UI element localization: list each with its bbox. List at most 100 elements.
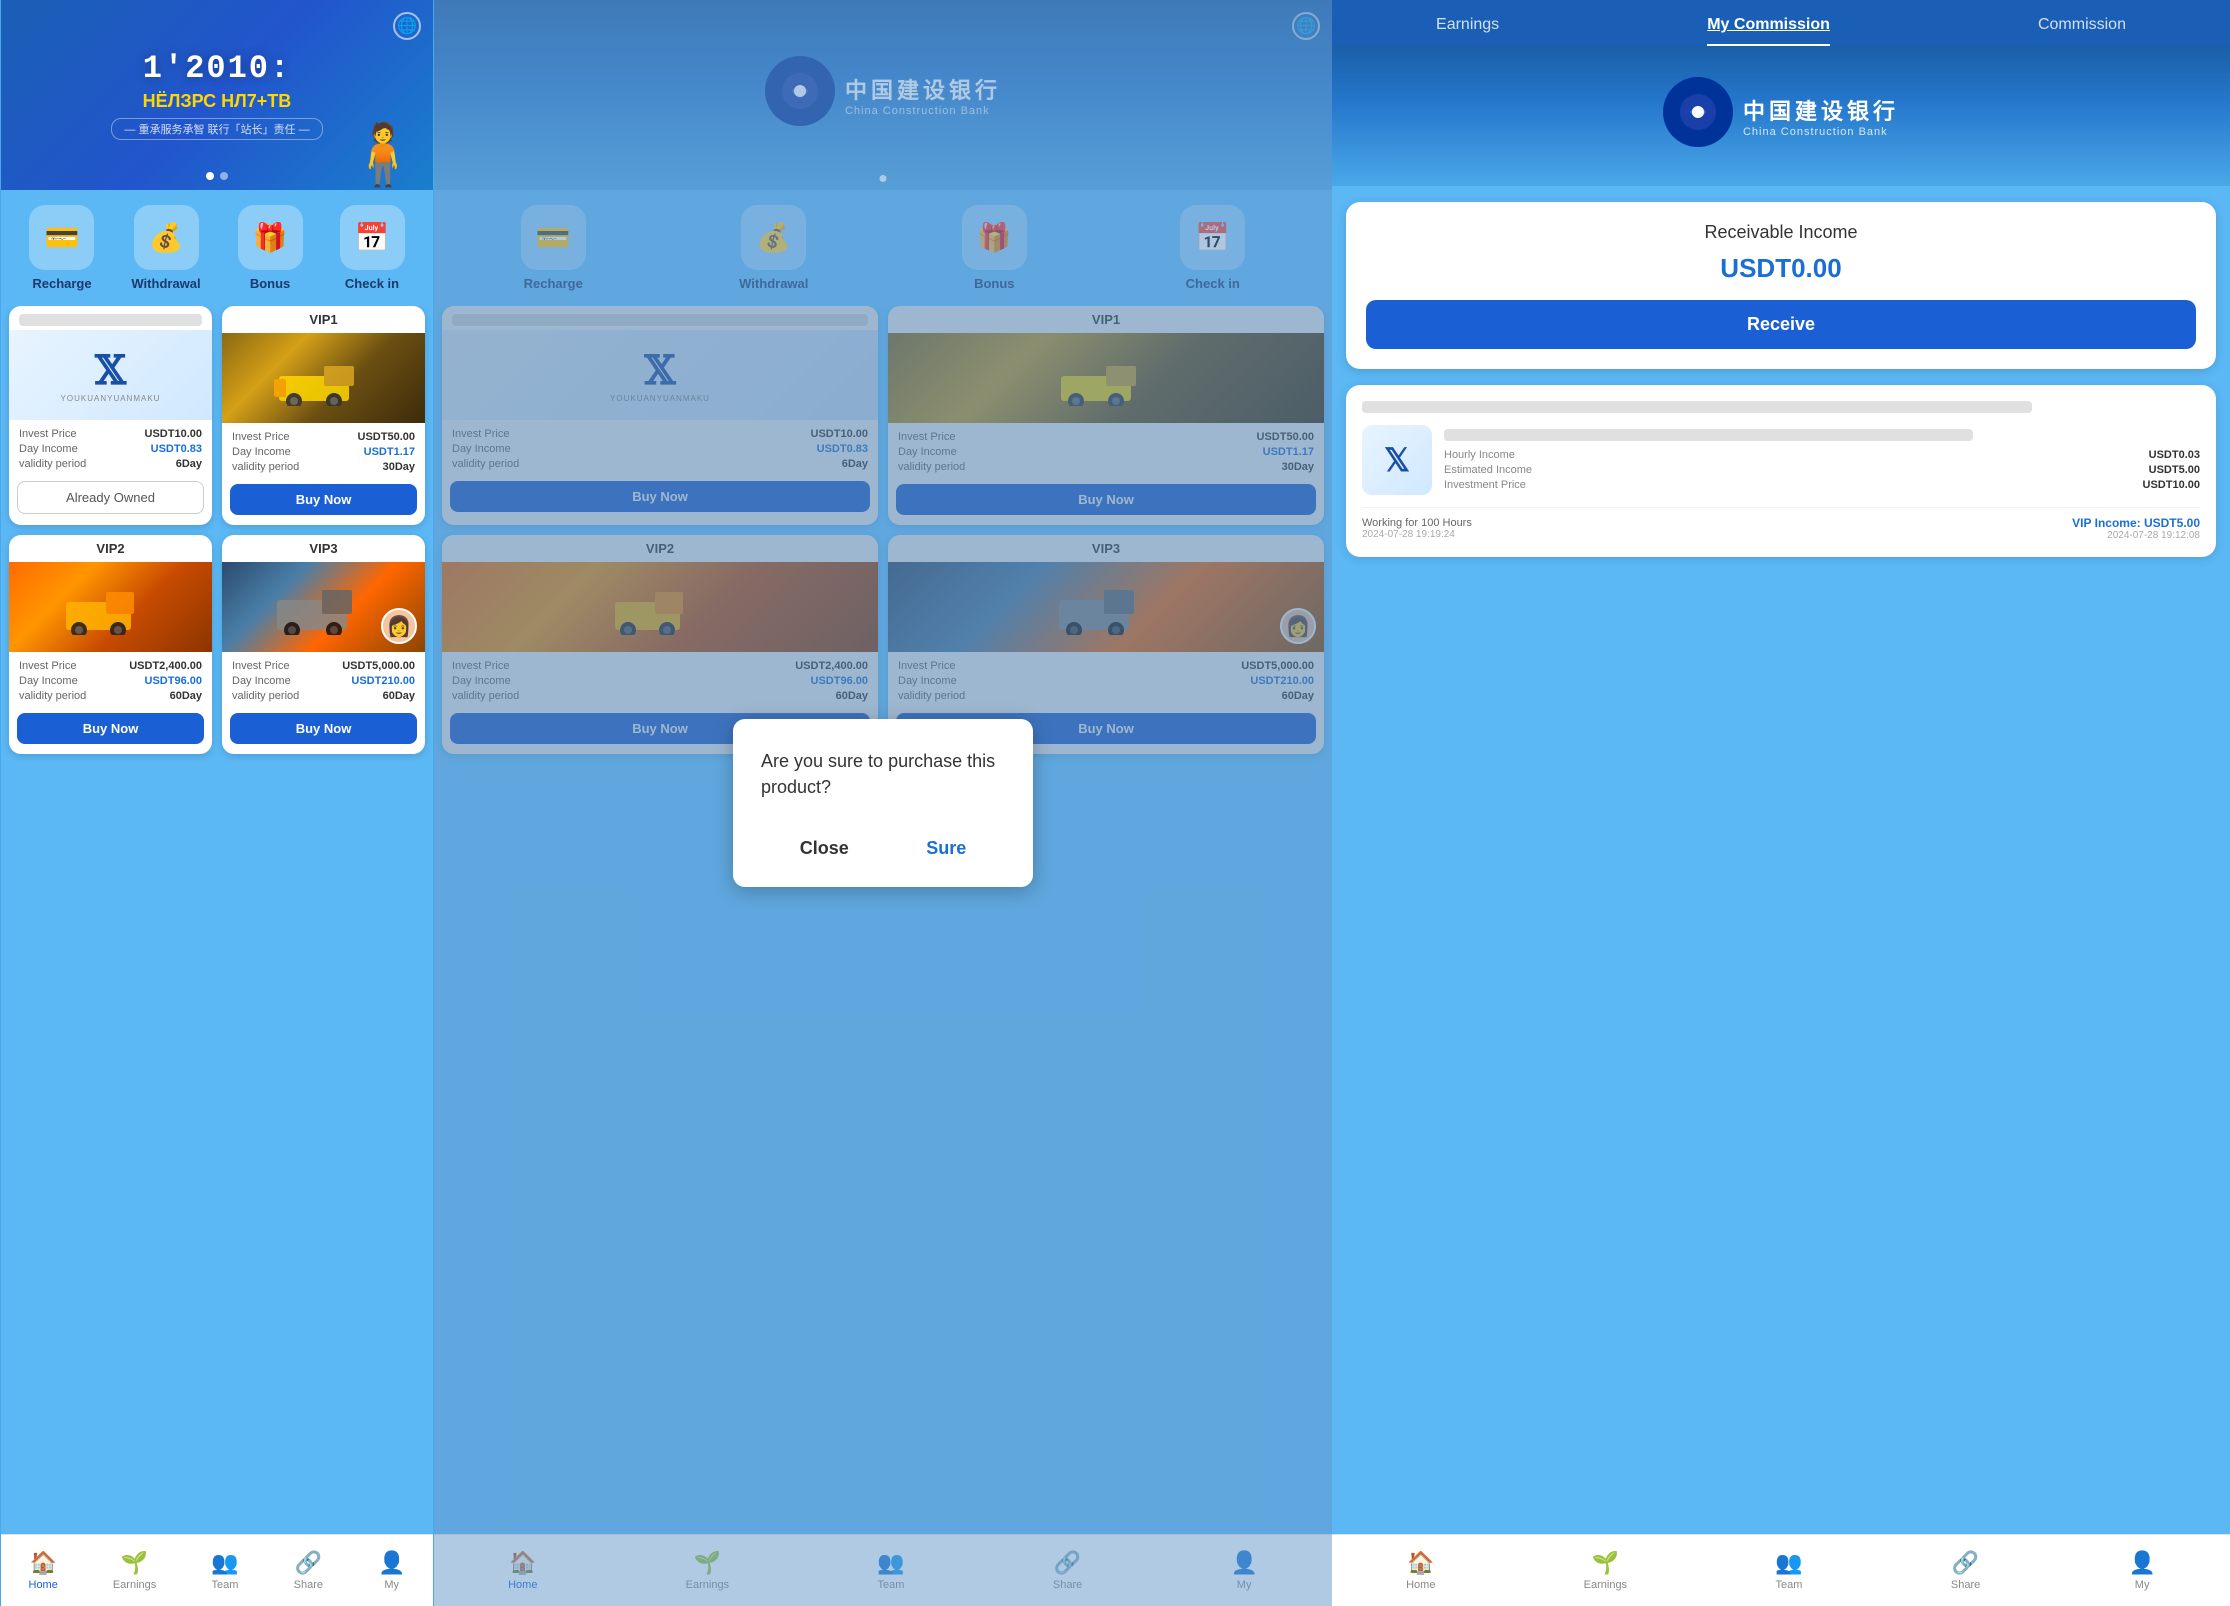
products-area: 𝕏 YOUKUANYUANMAKU Invest Price USDT10.00… — [1, 306, 433, 1606]
already-owned-button[interactable]: Already Owned — [17, 481, 204, 514]
modal-sure-button[interactable]: Sure — [906, 830, 986, 867]
product-details-vip3: Invest Price USDT5,000.00 Day Income USD… — [222, 652, 425, 713]
checkin-label: Check in — [345, 276, 399, 291]
product-image-mining1 — [222, 333, 425, 423]
nav-home-1[interactable]: 🏠 Home — [29, 1550, 58, 1591]
bonus-icon: 🎁 — [253, 221, 288, 254]
bank-logo-svg-3 — [1678, 92, 1718, 132]
panel-3: Earnings My Commission Commission 中国建设银行… — [1332, 0, 2230, 1606]
investment-logo: 𝕏 — [1362, 425, 1432, 495]
receivable-income-amount: USDT0.00 — [1366, 253, 2196, 284]
estimated-income-row: Estimated Income USDT5.00 — [1444, 464, 2200, 476]
validity-row: validity period 6Day — [19, 458, 202, 470]
vip3-invest-value: USDT5,000.00 — [342, 660, 415, 672]
vip3-validity-row: validity period 60Day — [232, 690, 415, 702]
investment-price-value: USDT10.00 — [2143, 479, 2200, 491]
vip3-validity-label: validity period — [232, 690, 299, 702]
banner-content: 1'2010: НЁЛЗРС НЛ7+ТВ — 重承服务承智 联行「站长」责任 … — [111, 50, 322, 140]
modal-overlay: Are you sure to purchase this product? C… — [434, 0, 1332, 1606]
team-icon: 👥 — [211, 1550, 238, 1576]
recharge-label: Recharge — [32, 276, 91, 291]
vip1-title: VIP1 — [222, 306, 425, 333]
logo-x-icon: 𝕏 — [61, 347, 161, 394]
vip1-invest-row: Invest Price USDT50.00 — [232, 431, 415, 443]
vip-income-info: VIP Income: USDT5.00 2024-07-28 19:12:08 — [2072, 516, 2200, 541]
globe-icon[interactable]: 🌐 — [393, 12, 421, 40]
nav-share-3[interactable]: 🔗 Share — [1951, 1550, 1980, 1591]
my-icon-3: 👤 — [2128, 1550, 2155, 1576]
action-bonus[interactable]: 🎁 Bonus — [238, 205, 303, 291]
vip2-invest-row: Invest Price USDT2,400.00 — [19, 660, 202, 672]
vip3-income-row: Day Income USDT210.00 — [232, 675, 415, 687]
investment-info: Hourly Income USDT0.03 Estimated Income … — [1444, 429, 2200, 491]
invest-price-row: Invest Price USDT10.00 — [19, 428, 202, 440]
vip3-invest-row: Invest Price USDT5,000.00 — [232, 660, 415, 672]
banner-tagline: — 重承服务承智 联行「站长」责任 — — [111, 118, 322, 140]
nav-share-1[interactable]: 🔗 Share — [294, 1550, 323, 1591]
product-card-vip3: VIP3 👩 Invest Price USDT5,0 — [222, 535, 425, 754]
earnings-icon-3: 🌱 — [1592, 1550, 1619, 1576]
nav-my-3[interactable]: 👤 My — [2128, 1550, 2155, 1591]
vip2-income-value: USDT96.00 — [145, 675, 202, 687]
modal-text: Are you sure to purchase this product? — [761, 749, 1005, 799]
vip2-validity-label: validity period — [19, 690, 86, 702]
bank-name-en-3: China Construction Bank — [1743, 126, 1899, 138]
vip1-validity-row: validity period 30Day — [232, 461, 415, 473]
bottom-nav-1: 🏠 Home 🌱 Earnings 👥 Team 🔗 Share 👤 My — [1, 1534, 433, 1606]
nav-my-1[interactable]: 👤 My — [378, 1550, 405, 1591]
bank-logo-area-3: 中国建设银行 China Construction Bank — [1663, 77, 1899, 155]
validity-value: 6Day — [176, 458, 202, 470]
nav-earnings-1[interactable]: 🌱 Earnings — [113, 1550, 156, 1591]
investment-name-bar — [1444, 429, 1973, 441]
product-image-sunset — [9, 562, 212, 652]
action-recharge[interactable]: 💳 Recharge — [29, 205, 94, 291]
home-label: Home — [29, 1579, 58, 1591]
bonus-label: Bonus — [250, 276, 290, 291]
hourly-income-label: Hourly Income — [1444, 449, 1515, 461]
bottom-nav-3: 🏠 Home 🌱 Earnings 👥 Team 🔗 Share 👤 My — [1332, 1534, 2230, 1606]
modal-box: Are you sure to purchase this product? C… — [733, 719, 1033, 886]
vip3-buy-button[interactable]: Buy Now — [230, 713, 417, 744]
vip3-income-value: USDT210.00 — [351, 675, 415, 687]
invest-price-label: Invest Price — [19, 428, 76, 440]
tab-earnings[interactable]: Earnings — [1436, 16, 1499, 46]
mining-truck-svg — [274, 351, 374, 406]
nav-team-1[interactable]: 👥 Team — [211, 1550, 238, 1591]
share-label-3: Share — [1951, 1579, 1980, 1591]
receive-button[interactable]: Receive — [1366, 300, 2196, 349]
tab-my-commission[interactable]: My Commission — [1707, 16, 1830, 46]
products-grid: 𝕏 YOUKUANYUANMAKU Invest Price USDT10.00… — [9, 306, 425, 834]
validity-label: validity period — [19, 458, 86, 470]
investment-footer: Working for 100 Hours 2024-07-28 19:19:2… — [1362, 507, 2200, 541]
estimated-income-value: USDT5.00 — [2149, 464, 2200, 476]
invest-price-value: USDT10.00 — [145, 428, 202, 440]
tab-commission[interactable]: Commission — [2038, 16, 2126, 46]
nav-team-3[interactable]: 👥 Team — [1775, 1550, 1802, 1591]
vip1-income-value: USDT1.17 — [364, 446, 415, 458]
investment-rows: Hourly Income USDT0.03 Estimated Income … — [1444, 449, 2200, 491]
modal-close-button[interactable]: Close — [780, 830, 869, 867]
hourly-income-row: Hourly Income USDT0.03 — [1444, 449, 2200, 461]
product-details-default: Invest Price USDT10.00 Day Income USDT0.… — [9, 420, 212, 481]
home-icon: 🏠 — [29, 1550, 56, 1576]
investment-header: 𝕏 Hourly Income USDT0.03 Estimated Incom… — [1362, 425, 2200, 495]
nav-earnings-3[interactable]: 🌱 Earnings — [1584, 1550, 1627, 1591]
vip3-truck-svg — [274, 580, 374, 635]
vip2-buy-button[interactable]: Buy Now — [17, 713, 204, 744]
product-details-vip1: Invest Price USDT50.00 Day Income USDT1.… — [222, 423, 425, 484]
nav-home-3[interactable]: 🏠 Home — [1406, 1550, 1435, 1591]
working-label: Working for 100 Hours — [1362, 517, 1472, 529]
team-label: Team — [212, 1579, 239, 1591]
action-withdrawal[interactable]: 💰 Withdrawal — [131, 205, 200, 291]
vip1-buy-button[interactable]: Buy Now — [230, 484, 417, 515]
my-label: My — [384, 1579, 399, 1591]
dot-1 — [206, 172, 214, 180]
day-income-value: USDT0.83 — [151, 443, 202, 455]
checkin-icon-wrap: 📅 — [340, 205, 405, 270]
quick-actions: 💳 Recharge 💰 Withdrawal 🎁 Bonus 📅 Check … — [1, 190, 433, 306]
dot-2 — [220, 172, 228, 180]
bank-name-cn-3: 中国建设银行 — [1743, 94, 1899, 126]
hourly-income-value: USDT0.03 — [2149, 449, 2200, 461]
action-checkin[interactable]: 📅 Check in — [340, 205, 405, 291]
banner-subtitle: НЁЛЗРС НЛ7+ТВ — [111, 91, 322, 112]
